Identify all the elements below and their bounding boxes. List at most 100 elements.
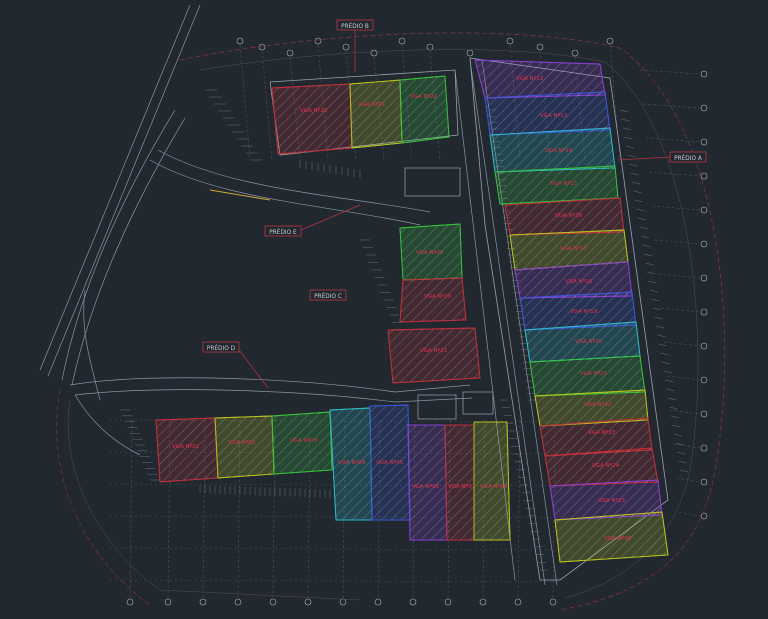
- parking-stall: [625, 145, 635, 149]
- parking-stall: [643, 253, 653, 257]
- road-edge: [394, 397, 473, 403]
- grid-line: [645, 137, 701, 143]
- unit-b1-hatch: [271, 83, 353, 155]
- unit-label: VGA Nº21: [580, 370, 607, 377]
- property-boundary: [56, 389, 151, 606]
- grid-bubble: [700, 172, 708, 180]
- unit-label: VGA Nº14: [545, 147, 573, 154]
- unit-label: VGA Nº21: [358, 101, 385, 108]
- unit-label: VGA Nº22: [410, 93, 437, 100]
- unit-d6-hatch: [407, 424, 448, 541]
- unit-d2-hatch: [214, 415, 275, 479]
- unit-label: VGA Nº15: [550, 180, 578, 187]
- grid-line: [663, 341, 701, 347]
- grid-bubble: [571, 49, 579, 57]
- grid-bubble: [370, 49, 378, 57]
- cad-site-plan[interactable]: VGA Nº20 VGA Nº21 VGA Nº22 VGA Nº01 VGA …: [0, 0, 768, 619]
- parking-stall: [657, 334, 666, 338]
- grid-bubble: [700, 240, 708, 248]
- parking-stall: [624, 136, 633, 140]
- unit-d8-hatch: [473, 421, 511, 541]
- grid-bubble: [700, 444, 708, 452]
- grid-bubble: [466, 49, 474, 57]
- grid-line: [654, 239, 701, 245]
- grid-line: [672, 443, 701, 449]
- callout-building-c: PRÉDIO C: [309, 289, 347, 301]
- shed-outline: [462, 391, 494, 415]
- parking-stall: [642, 244, 651, 248]
- parking-stall: [627, 154, 636, 158]
- unit-label: VGA Nº09: [416, 249, 444, 256]
- unit-label: VGA Nº04: [338, 459, 366, 466]
- shed-outline: [417, 394, 457, 420]
- road-edge: [83, 289, 101, 401]
- grid-bubble: [700, 342, 708, 350]
- parking-stall: [640, 235, 650, 239]
- parking-stall: [661, 361, 671, 365]
- parking-stall: [678, 460, 687, 464]
- unit-label: VGA Nº20: [575, 338, 603, 345]
- unit-label: VGA Nº05: [376, 459, 404, 466]
- parking-stall: [675, 442, 684, 446]
- parking-stall: [652, 307, 662, 311]
- unit-label: VGA Nº11: [420, 347, 447, 354]
- building-d-label: PRÉDIO D: [207, 344, 236, 352]
- grid-line: [669, 409, 701, 415]
- grid-line: [109, 579, 561, 583]
- unit-label: VGA Nº25: [598, 497, 626, 504]
- callout-building-e: PRÉDIO E: [264, 204, 361, 237]
- building-c-label: PRÉDIO C: [314, 292, 342, 300]
- parking-stall: [628, 163, 638, 167]
- unit-c3-hatch: [387, 327, 481, 384]
- road-edge: [149, 159, 421, 226]
- parking-stall: [654, 316, 663, 320]
- grid-line: [639, 69, 701, 75]
- parking-stall: [673, 433, 683, 437]
- grid-line: [109, 547, 561, 551]
- parking-stall: [636, 208, 645, 212]
- unit-label: VGA Nº03: [290, 437, 318, 444]
- unit-label: VGA Nº18: [565, 278, 593, 285]
- road-edge: [74, 394, 141, 456]
- grid-bubble: [234, 598, 242, 606]
- unit-d1-hatch: [155, 417, 219, 483]
- grid-bubble: [236, 37, 244, 45]
- grid-line: [657, 273, 701, 279]
- grid-bubble: [444, 598, 452, 606]
- grid-bubble: [374, 598, 382, 606]
- parking-stall: [664, 379, 674, 383]
- road-edge: [47, 4, 201, 377]
- parking-stall: [621, 118, 630, 122]
- grid-bubble: [269, 598, 277, 606]
- grid-bubble: [314, 37, 322, 45]
- road-edge: [74, 389, 396, 403]
- unit-label: VGA Nº10: [424, 293, 452, 300]
- grid-line: [660, 307, 701, 313]
- building-b-label: PRÉDIO B: [341, 22, 369, 30]
- grid-bubble: [700, 206, 708, 214]
- callout-building-d: PRÉDIO D: [202, 341, 269, 389]
- unit-label: VGA Nº12: [516, 75, 543, 82]
- grid-bubble: [409, 598, 417, 606]
- unit-b3-hatch: [399, 75, 450, 144]
- parking-stall: [646, 271, 656, 275]
- unit-label: VGA Nº22: [584, 401, 611, 408]
- unit-label: VGA Nº20: [300, 107, 328, 114]
- grid-bubble: [700, 512, 708, 520]
- parking-stall: [666, 388, 675, 392]
- unit-b2-hatch: [349, 79, 403, 149]
- parking-stall: [660, 352, 669, 356]
- unit-d7-hatch: [444, 424, 475, 541]
- grid-bubble: [304, 598, 312, 606]
- grid-bubble: [126, 598, 134, 606]
- parking-stall: [619, 109, 629, 113]
- unit-label: VGA Nº17: [560, 245, 588, 252]
- callout-building-a: PRÉDIO A: [617, 151, 707, 163]
- grid-line: [678, 511, 701, 517]
- road-edge: [39, 4, 191, 371]
- building-e-label: PRÉDIO E: [269, 228, 297, 236]
- unit-label: VGA Nº07: [448, 483, 476, 490]
- grid-bubble: [339, 598, 347, 606]
- grid-bubble: [700, 138, 708, 146]
- grid-bubble: [700, 70, 708, 78]
